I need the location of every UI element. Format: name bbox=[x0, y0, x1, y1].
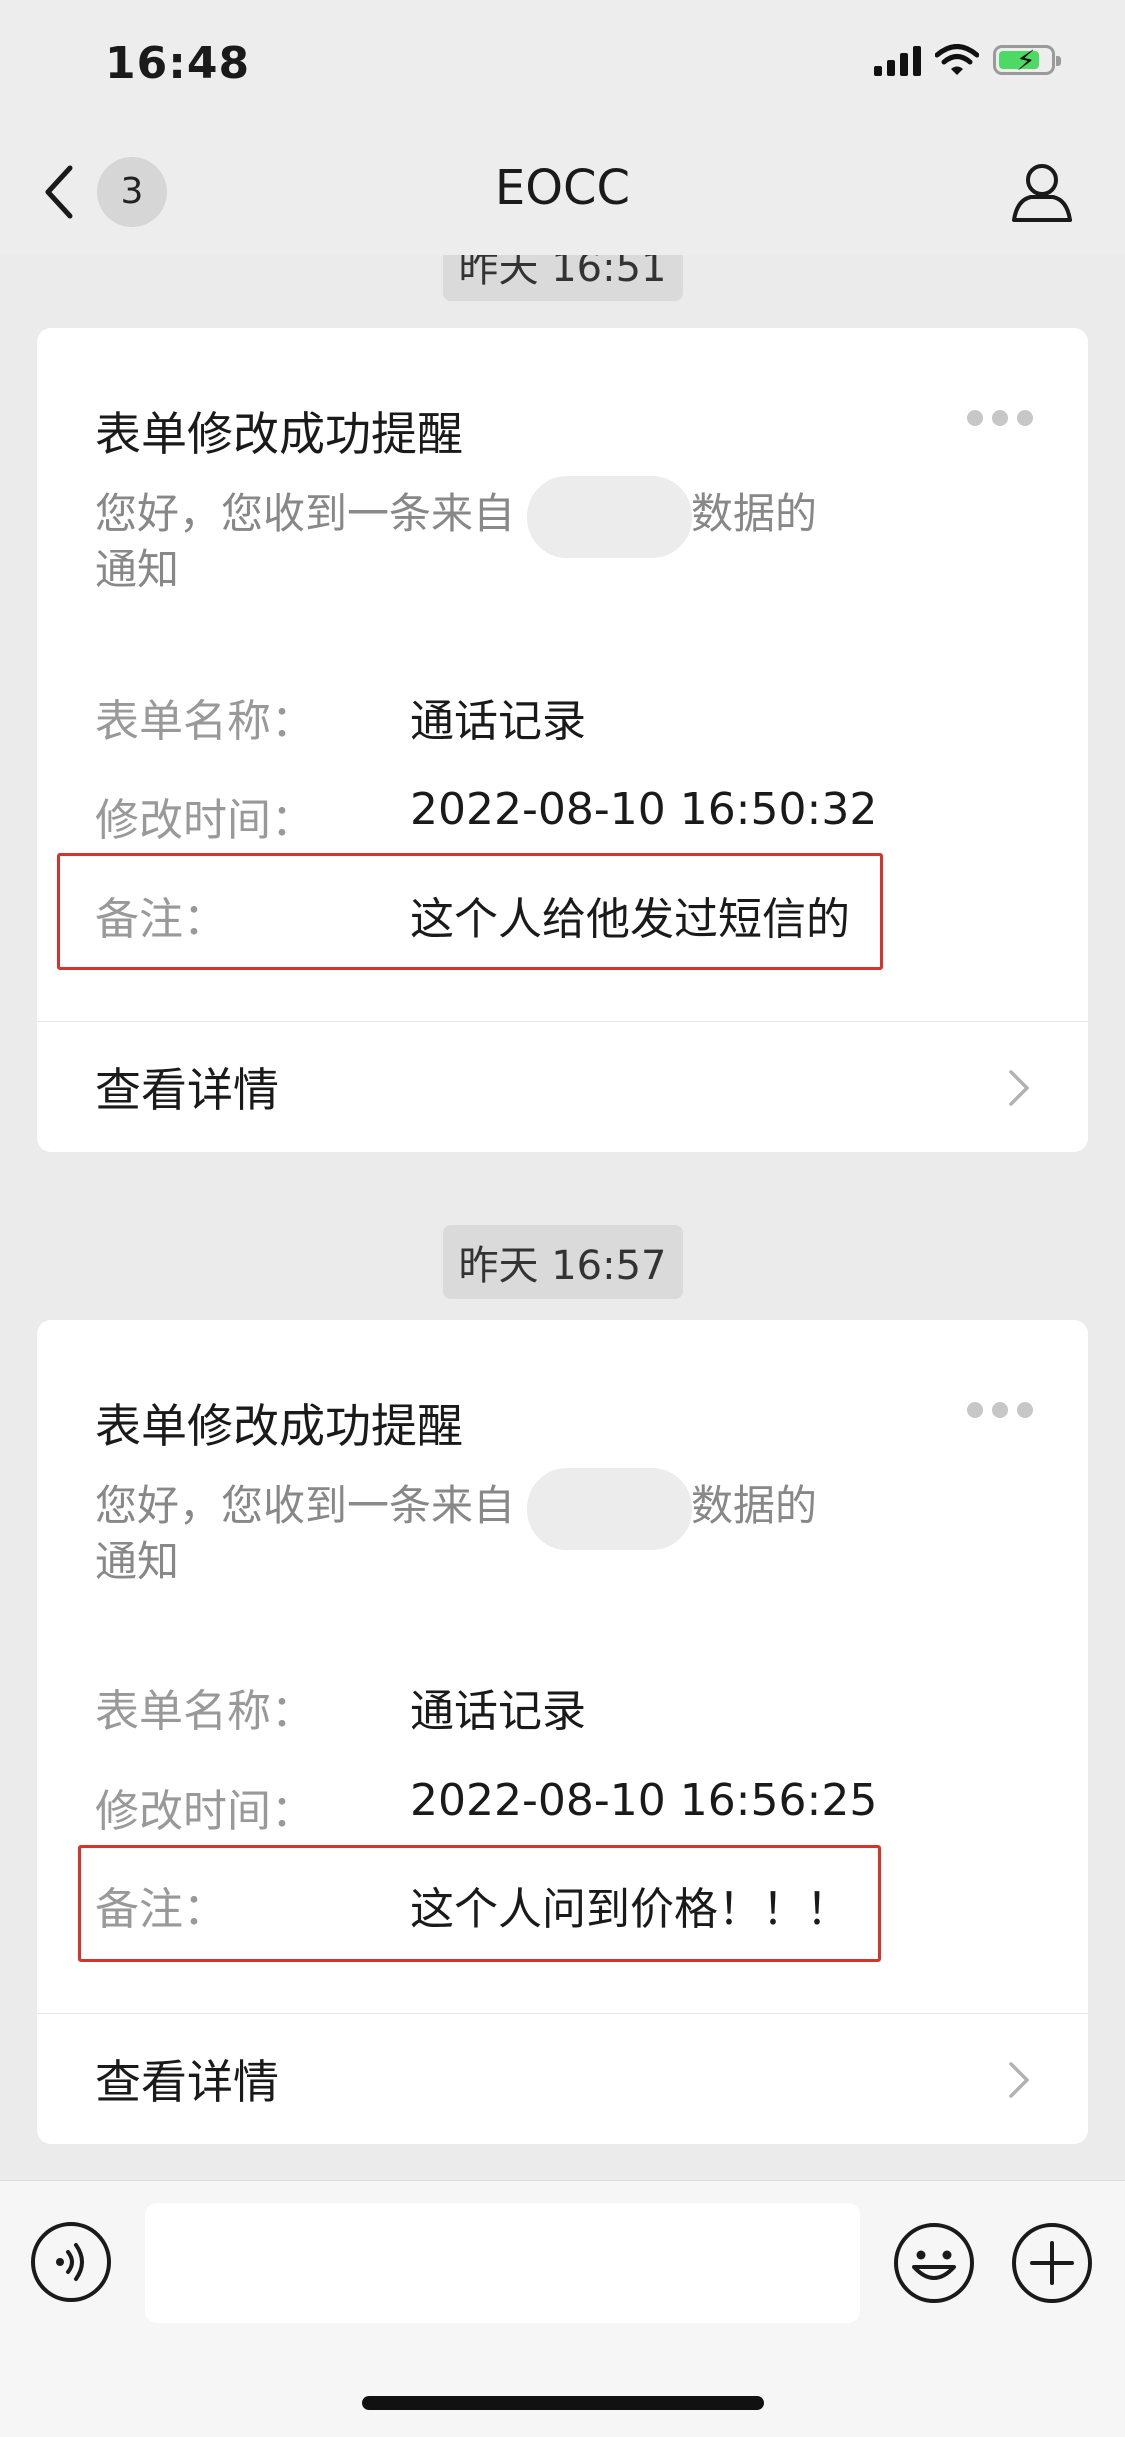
highlight-box bbox=[78, 1845, 881, 1962]
view-details-link[interactable]: 查看详情 bbox=[95, 1054, 279, 1120]
chevron-right-icon bbox=[1009, 1070, 1029, 1106]
chat-area[interactable]: 昨天 16:51 表单修改成功提醒 您好，您收到一条来自的新增数据的 通知 表单… bbox=[0, 255, 1125, 2180]
notification-card[interactable]: 表单修改成功提醒 您好，您收到一条来自的新增数据的 通知 表单名称： 通话记录 … bbox=[37, 328, 1088, 1152]
view-details-link[interactable]: 查看详情 bbox=[95, 2046, 279, 2112]
emoji-icon[interactable] bbox=[892, 2221, 976, 2305]
form-name-label: 表单名称： bbox=[95, 1686, 315, 1737]
notification-card[interactable]: 表单修改成功提醒 您好，您收到一条来自的新增数据的 通知 表单名称： 通话记录 … bbox=[37, 1320, 1088, 2144]
status-bar: 16:48 ⚡ bbox=[0, 0, 1125, 130]
form-name-value: 通话记录 bbox=[410, 1686, 586, 1737]
chevron-right-icon bbox=[1009, 2062, 1029, 2098]
nav-bar: 3 EOCC bbox=[0, 130, 1125, 256]
message-timestamp: 昨天 16:51 bbox=[442, 255, 683, 301]
profile-icon[interactable] bbox=[1009, 160, 1075, 226]
card-title: 表单修改成功提醒 bbox=[95, 407, 463, 461]
redacted-sender-blur bbox=[527, 1468, 692, 1550]
form-name-value: 通话记录 bbox=[410, 696, 586, 747]
more-options-icon[interactable] bbox=[967, 1402, 1033, 1418]
add-more-icon[interactable] bbox=[1010, 2221, 1094, 2305]
wifi-icon bbox=[935, 44, 979, 75]
card-divider bbox=[37, 1021, 1088, 1022]
card-title: 表单修改成功提醒 bbox=[95, 1399, 463, 1453]
status-time: 16:48 bbox=[105, 38, 251, 89]
chat-title: EOCC bbox=[494, 160, 631, 216]
modify-time-label: 修改时间： bbox=[95, 795, 315, 846]
message-timestamp: 昨天 16:57 bbox=[442, 1225, 683, 1299]
home-indicator[interactable] bbox=[362, 2396, 764, 2410]
modify-time-label: 修改时间： bbox=[95, 1786, 315, 1837]
status-icons: ⚡ bbox=[874, 44, 1061, 77]
card-divider bbox=[37, 2013, 1088, 2014]
message-input[interactable] bbox=[145, 2203, 860, 2323]
voice-input-icon[interactable] bbox=[30, 2221, 112, 2303]
battery-charging-icon: ⚡ bbox=[993, 44, 1061, 77]
highlight-box bbox=[57, 853, 883, 970]
cellular-signal-icon bbox=[874, 44, 921, 76]
more-options-icon[interactable] bbox=[967, 410, 1033, 426]
redacted-sender-blur bbox=[527, 476, 692, 558]
modify-time-value: 2022-08-10 16:56:25 bbox=[410, 1775, 878, 1826]
form-name-label: 表单名称： bbox=[95, 696, 315, 747]
modify-time-value: 2022-08-10 16:50:32 bbox=[410, 784, 878, 835]
